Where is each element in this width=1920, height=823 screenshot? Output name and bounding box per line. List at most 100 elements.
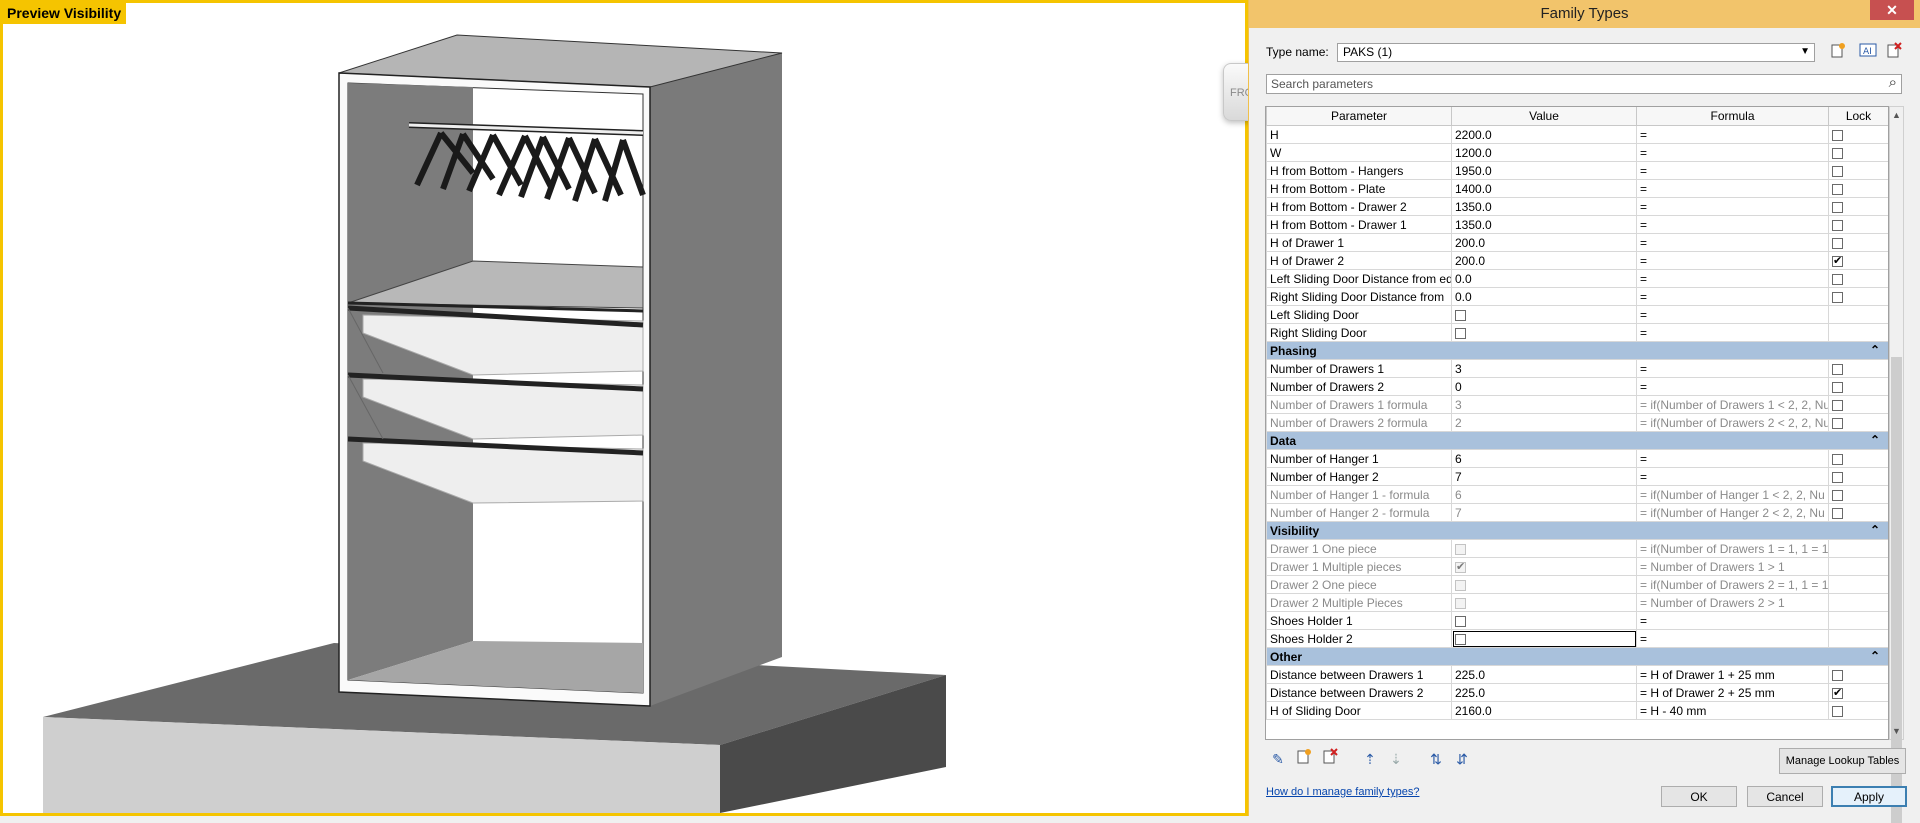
value-cell[interactable]: 2200.0 bbox=[1451, 125, 1637, 144]
formula-cell[interactable]: = if(Number of Drawers 1 < 2, 2, Nu bbox=[1636, 395, 1829, 414]
formula-cell[interactable]: = bbox=[1636, 377, 1829, 396]
value-cell[interactable]: 200.0 bbox=[1451, 251, 1637, 270]
formula-cell[interactable]: = bbox=[1636, 215, 1829, 234]
lock-checkbox[interactable] bbox=[1832, 489, 1843, 501]
lock-checkbox[interactable] bbox=[1832, 381, 1843, 393]
lock-checkbox[interactable] bbox=[1832, 669, 1843, 681]
value-cell[interactable] bbox=[1451, 611, 1637, 630]
lock-checkbox[interactable] bbox=[1832, 219, 1843, 231]
collapse-icon[interactable]: ⌃ bbox=[1870, 433, 1880, 447]
lock-cell[interactable] bbox=[1828, 215, 1888, 234]
value-cell[interactable]: 1350.0 bbox=[1451, 215, 1637, 234]
value-cell[interactable]: 1950.0 bbox=[1451, 161, 1637, 180]
lock-cell[interactable] bbox=[1828, 269, 1888, 288]
value-cell[interactable]: 3 bbox=[1451, 359, 1637, 378]
lock-checkbox[interactable] bbox=[1832, 254, 1843, 267]
value-cell[interactable] bbox=[1451, 629, 1637, 648]
lock-cell[interactable] bbox=[1828, 233, 1888, 252]
formula-cell[interactable]: = bbox=[1636, 251, 1829, 270]
lock-cell[interactable] bbox=[1828, 179, 1888, 198]
value-cell[interactable]: 0.0 bbox=[1451, 269, 1637, 288]
lock-checkbox[interactable] bbox=[1832, 291, 1843, 303]
value-cell[interactable]: 2 bbox=[1451, 413, 1637, 432]
formula-cell[interactable]: = bbox=[1636, 269, 1829, 288]
formula-cell[interactable]: = bbox=[1636, 467, 1829, 486]
lock-checkbox[interactable] bbox=[1832, 147, 1843, 159]
cancel-button[interactable]: Cancel bbox=[1747, 786, 1823, 807]
sort-descending-icon[interactable]: ⇵ bbox=[1451, 748, 1473, 770]
edit-parameter-icon[interactable]: ✎ bbox=[1267, 748, 1289, 770]
formula-cell[interactable]: = bbox=[1636, 305, 1829, 324]
lock-checkbox[interactable] bbox=[1832, 686, 1843, 699]
formula-cell[interactable]: = bbox=[1636, 233, 1829, 252]
move-down-icon[interactable]: ⇣ bbox=[1385, 748, 1407, 770]
help-link[interactable]: How do I manage family types? bbox=[1266, 786, 1419, 798]
new-type-icon[interactable] bbox=[1827, 42, 1849, 64]
value-checkbox[interactable] bbox=[1455, 309, 1466, 321]
close-button[interactable]: ✕ bbox=[1870, 0, 1914, 20]
value-cell[interactable]: 1200.0 bbox=[1451, 143, 1637, 162]
lock-checkbox[interactable] bbox=[1832, 237, 1843, 249]
formula-cell[interactable]: = if(Number of Drawers 1 = 1, 1 = 1, bbox=[1636, 539, 1829, 558]
formula-cell[interactable]: = bbox=[1636, 143, 1829, 162]
formula-cell[interactable]: = if(Number of Drawers 2 = 1, 1 = 1, bbox=[1636, 575, 1829, 594]
formula-cell[interactable]: = bbox=[1636, 359, 1829, 378]
lock-checkbox[interactable] bbox=[1832, 399, 1843, 411]
manage-lookup-tables-button[interactable]: Manage Lookup Tables bbox=[1779, 748, 1906, 774]
apply-button[interactable]: Apply bbox=[1831, 786, 1907, 807]
delete-parameter-icon[interactable] bbox=[1319, 748, 1341, 770]
move-up-icon[interactable]: ⇡ bbox=[1359, 748, 1381, 770]
formula-cell[interactable]: = H of Drawer 1 + 25 mm bbox=[1636, 665, 1829, 684]
formula-cell[interactable]: = if(Number of Hanger 2 < 2, 2, Nu bbox=[1636, 503, 1829, 522]
lock-cell[interactable] bbox=[1828, 683, 1888, 702]
lock-cell[interactable] bbox=[1828, 467, 1888, 486]
value-cell[interactable]: 7 bbox=[1451, 467, 1637, 486]
formula-cell[interactable]: = bbox=[1636, 197, 1829, 216]
lock-cell[interactable] bbox=[1828, 125, 1888, 144]
formula-cell[interactable]: = Number of Drawers 1 > 1 bbox=[1636, 557, 1829, 576]
value-cell[interactable]: 1400.0 bbox=[1451, 179, 1637, 198]
group-header-visibility[interactable]: Visibility ⌃ bbox=[1266, 521, 1888, 540]
group-header-other[interactable]: Other ⌃ bbox=[1266, 647, 1888, 666]
lock-checkbox[interactable] bbox=[1832, 507, 1843, 519]
collapse-icon[interactable]: ⌃ bbox=[1870, 649, 1880, 663]
formula-cell[interactable]: = bbox=[1636, 629, 1829, 648]
value-cell[interactable] bbox=[1451, 557, 1637, 576]
value-cell[interactable] bbox=[1451, 539, 1637, 558]
value-cell[interactable]: 0.0 bbox=[1451, 287, 1637, 306]
lock-cell[interactable] bbox=[1828, 377, 1888, 396]
lock-checkbox[interactable] bbox=[1832, 417, 1843, 429]
scroll-down-icon[interactable]: ▼ bbox=[1890, 723, 1903, 739]
value-cell[interactable]: 6 bbox=[1451, 485, 1637, 504]
lock-checkbox[interactable] bbox=[1832, 363, 1843, 375]
lock-cell[interactable] bbox=[1828, 251, 1888, 270]
collapse-icon[interactable]: ⌃ bbox=[1870, 523, 1880, 537]
search-parameters-input[interactable]: Search parameters ⌕ bbox=[1266, 74, 1902, 94]
group-header-phasing[interactable]: Phasing ⌃ bbox=[1266, 341, 1888, 360]
value-cell[interactable] bbox=[1451, 575, 1637, 594]
value-checkbox[interactable] bbox=[1455, 327, 1466, 339]
lock-checkbox[interactable] bbox=[1832, 705, 1843, 717]
lock-checkbox[interactable] bbox=[1832, 201, 1843, 213]
lock-cell[interactable] bbox=[1828, 287, 1888, 306]
column-header-formula[interactable]: Formula bbox=[1636, 107, 1829, 126]
scroll-up-icon[interactable]: ▲ bbox=[1890, 107, 1903, 123]
formula-cell[interactable]: = bbox=[1636, 287, 1829, 306]
lock-cell[interactable] bbox=[1828, 161, 1888, 180]
value-cell[interactable]: 0 bbox=[1451, 377, 1637, 396]
lock-cell[interactable] bbox=[1828, 449, 1888, 468]
value-cell[interactable]: 3 bbox=[1451, 395, 1637, 414]
value-checkbox[interactable] bbox=[1455, 633, 1466, 645]
new-parameter-icon[interactable] bbox=[1293, 748, 1315, 770]
ok-button[interactable]: OK bbox=[1661, 786, 1737, 807]
value-cell[interactable]: 200.0 bbox=[1451, 233, 1637, 252]
formula-cell[interactable]: = bbox=[1636, 161, 1829, 180]
group-header-data[interactable]: Data ⌃ bbox=[1266, 431, 1888, 450]
lock-checkbox[interactable] bbox=[1832, 165, 1843, 177]
value-cell[interactable]: 1350.0 bbox=[1451, 197, 1637, 216]
rename-type-icon[interactable]: AI bbox=[1857, 42, 1879, 64]
formula-cell[interactable]: = bbox=[1636, 125, 1829, 144]
formula-cell[interactable]: = H of Drawer 2 + 25 mm bbox=[1636, 683, 1829, 702]
lock-checkbox[interactable] bbox=[1832, 453, 1843, 465]
formula-cell[interactable]: = bbox=[1636, 323, 1829, 342]
